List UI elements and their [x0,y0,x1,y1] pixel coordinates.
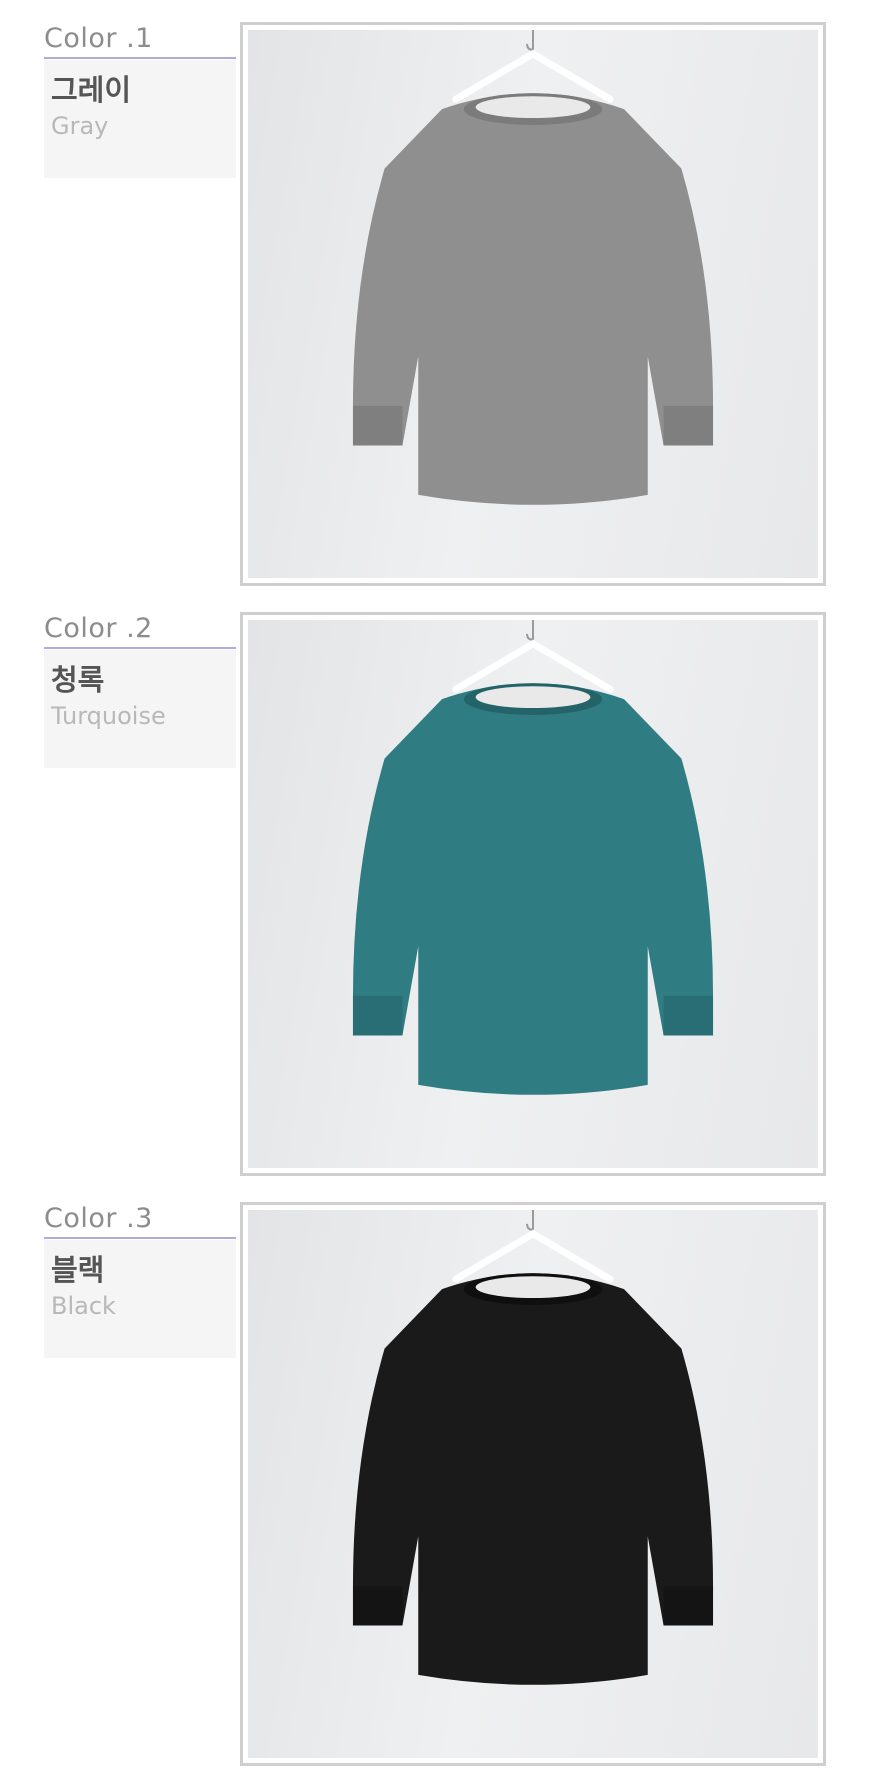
color-name-english: Gray [51,112,109,140]
color-section-2: Color .2 청록 Turquoise [0,612,870,1176]
color-heading: Color .1 [44,23,153,54]
product-photo-turquoise [248,620,818,1168]
color-label-box: 청록 Turquoise [44,650,236,768]
product-photo-frame [240,1202,826,1766]
heading-rule [44,57,236,59]
color-label-box: 블랙 Black [44,1240,236,1358]
sweatshirt-illustration [352,1210,714,1685]
color-heading: Color .2 [44,613,153,644]
product-photo-frame [240,22,826,586]
color-name-english: Turquoise [51,702,166,730]
color-name-korean: 청록 [51,663,105,697]
heading-rule [44,1237,236,1239]
color-name-korean: 블랙 [51,1253,105,1287]
sweatshirt-illustration [352,620,714,1095]
color-section-3: Color .3 블랙 Black [0,1202,870,1766]
color-section-1: Color .1 그레이 Gray [0,22,870,586]
sweatshirt-illustration [352,30,714,505]
product-photo-black [248,1210,818,1758]
product-photo-gray [248,30,818,578]
color-name-korean: 그레이 [51,73,132,107]
color-name-english: Black [51,1292,116,1320]
heading-rule [44,647,236,649]
color-heading: Color .3 [44,1203,153,1234]
color-label-box: 그레이 Gray [44,60,236,178]
product-photo-frame [240,612,826,1176]
